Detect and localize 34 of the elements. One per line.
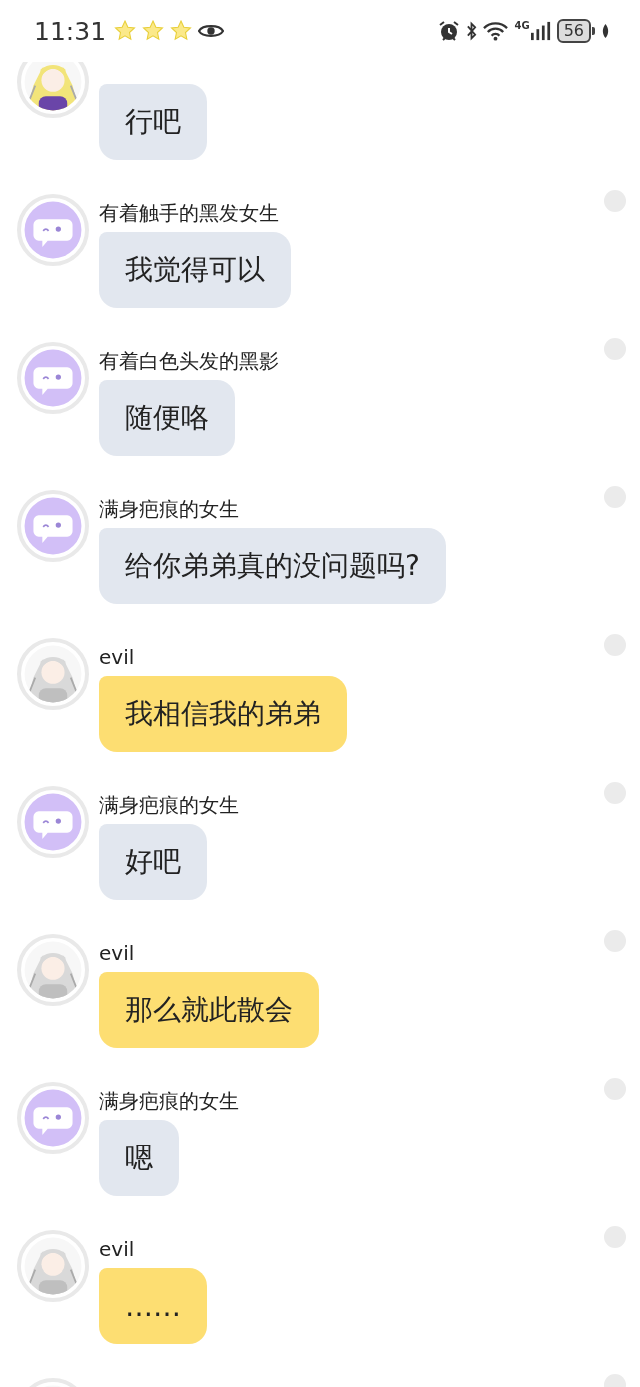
- signal-icon: [530, 21, 551, 41]
- bluetooth-icon: [466, 21, 478, 41]
- star-icon: [114, 20, 137, 42]
- message-bubble: 那么就此散会: [99, 972, 319, 1048]
- chat-bubble-avatar[interactable]: [17, 786, 89, 858]
- message-bubble: 随便咯: [99, 380, 235, 456]
- leaf-icon: [601, 23, 610, 39]
- chat-bubble-avatar[interactable]: [17, 1082, 89, 1154]
- sender-name: evil: [99, 1236, 135, 1262]
- star-icon: [170, 20, 193, 42]
- message-bubble: 给你弟弟真的没问题吗?: [99, 528, 446, 604]
- message-bubble: 好吧: [99, 824, 207, 900]
- clock: 11:31: [34, 16, 107, 46]
- star-icon: [142, 20, 165, 42]
- message-bubble: 行吧: [99, 84, 207, 160]
- message-bubble: ……: [99, 1268, 207, 1344]
- chat-bubble-avatar[interactable]: [17, 490, 89, 562]
- network-type: 4G: [514, 21, 530, 31]
- sender-name: 有着白色头发的黑影: [99, 348, 279, 374]
- alarm-clock-icon: [438, 20, 461, 42]
- sender-name: 有着触手的黑发女生: [99, 200, 279, 226]
- sender-name: 满身疤痕的女生: [99, 792, 239, 818]
- battery-level: 56: [563, 22, 584, 40]
- chat-bubble-avatar[interactable]: [17, 194, 89, 266]
- message-bubble: 我觉得可以: [99, 232, 291, 308]
- sender-name: 满身疤痕的女生: [99, 496, 239, 522]
- wifi-icon: [483, 21, 509, 41]
- sender-name: 满身疤痕的女生: [99, 1088, 239, 1114]
- eye-icon: [198, 22, 225, 40]
- sender-name: evil: [99, 940, 135, 966]
- chat-bubble-avatar[interactable]: [17, 342, 89, 414]
- message-bubble: 我相信我的弟弟: [99, 676, 347, 752]
- sender-name: evil: [99, 644, 135, 670]
- message-bubble: 嗯: [99, 1120, 179, 1196]
